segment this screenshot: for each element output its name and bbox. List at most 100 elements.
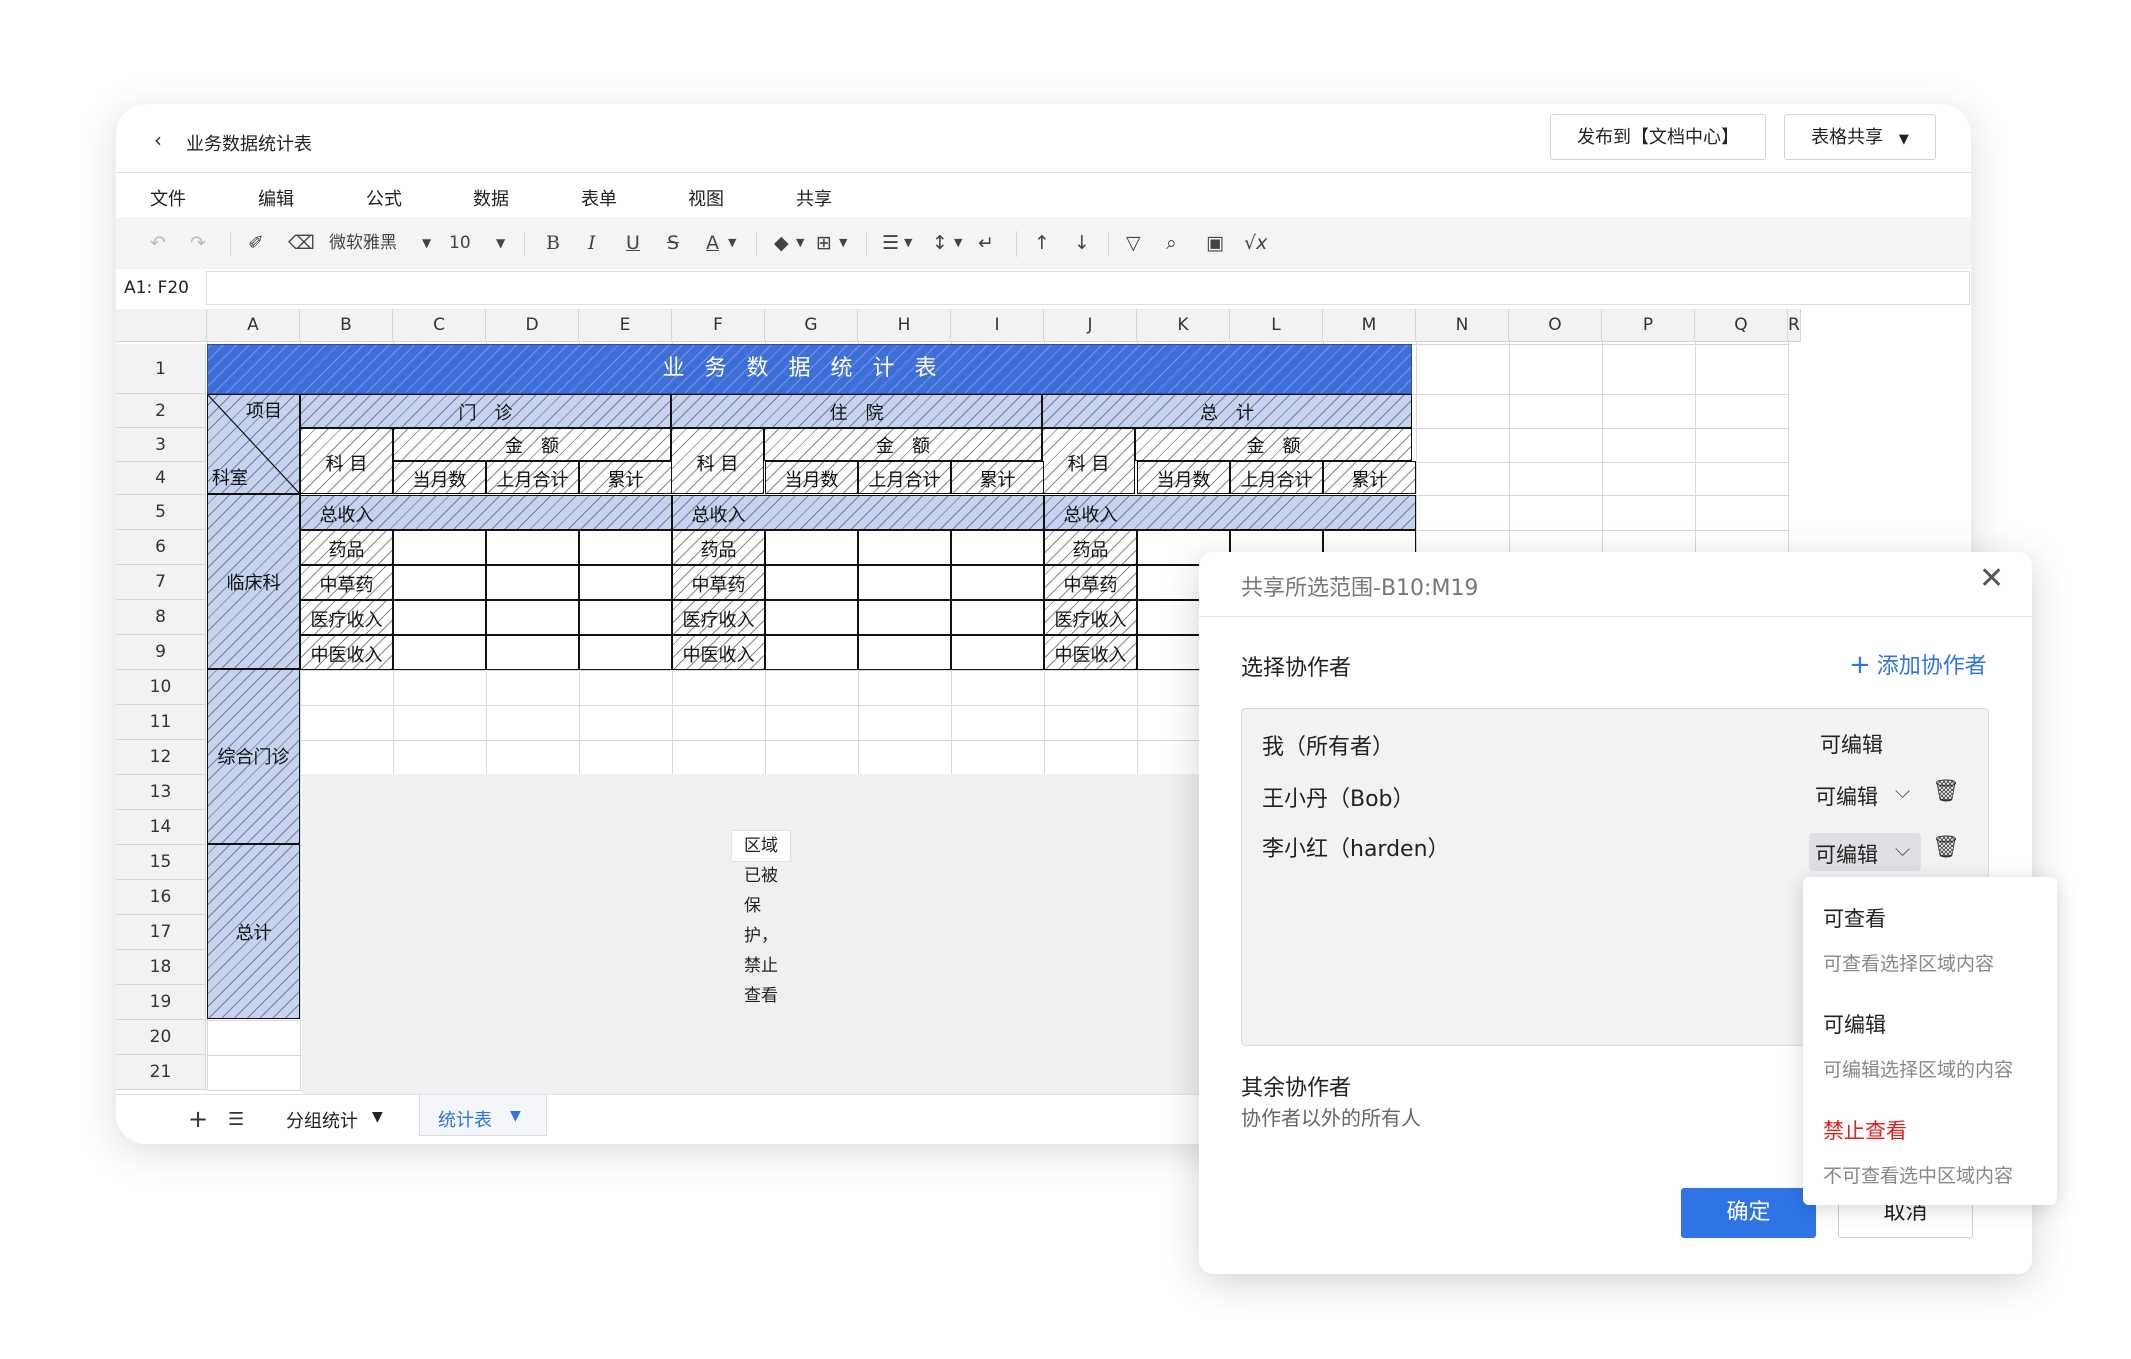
font-color-icon[interactable]: A [706,231,719,255]
data-cell[interactable] [951,635,1044,670]
back-arrow-icon[interactable]: ‹ [154,128,162,152]
save-icon[interactable]: ▣ [1206,231,1224,255]
data-cell[interactable] [393,600,486,635]
data-cell[interactable] [486,565,579,600]
sheet-tab-group-stats[interactable]: 分组统计 ▼ [276,1095,406,1139]
share-button[interactable]: 表格共享 ▼ [1784,114,1936,160]
column-header-i[interactable]: I [951,309,1044,342]
row-header-9[interactable]: 9 [116,635,206,670]
data-cell[interactable] [393,530,486,565]
menu-file[interactable]: 文件 [150,185,186,211]
column-header-b[interactable]: B [300,309,393,342]
permission-select-open[interactable]: 可编辑 ⌵ [1809,833,1921,871]
wrap-text-icon[interactable]: ↵ [978,231,994,255]
menu-data[interactable]: 数据 [473,185,509,211]
row-header-18[interactable]: 18 [116,950,206,985]
data-cell[interactable] [486,600,579,635]
align-caret-icon[interactable]: ▼ [904,231,912,255]
column-header-d[interactable]: D [486,309,579,342]
row-header-20[interactable]: 20 [116,1020,206,1055]
data-cell[interactable] [579,530,672,565]
font-size-caret-icon[interactable]: ▼ [496,231,505,255]
column-header-g[interactable]: G [765,309,858,342]
sheet-tab-stats-active[interactable]: 统计表 ▼ [419,1095,547,1136]
menu-view[interactable]: 视图 [688,185,724,211]
cell-reference[interactable]: A1: F20 [124,278,189,298]
redo-icon[interactable]: ↷ [190,231,206,255]
data-cell[interactable] [858,635,951,670]
permission-select[interactable]: 可编辑 ⌵ [1809,775,1921,813]
font-color-caret-icon[interactable]: ▼ [728,231,736,255]
sort-ascending-icon[interactable]: ↑ [1034,231,1050,255]
data-cell[interactable] [765,635,858,670]
column-header-k[interactable]: K [1137,309,1230,342]
italic-icon[interactable]: I [588,231,596,255]
row-header-4[interactable]: 4 [116,462,206,495]
data-cell[interactable] [765,530,858,565]
data-cell[interactable] [858,530,951,565]
undo-icon[interactable]: ↶ [150,231,166,255]
vertical-align-icon[interactable]: ↕ [932,231,948,255]
menu-formula[interactable]: 公式 [366,185,402,211]
data-cell[interactable] [951,530,1044,565]
column-header-l[interactable]: L [1230,309,1323,342]
borders-caret-icon[interactable]: ▼ [839,231,847,255]
column-header-f[interactable]: F [672,309,765,342]
close-icon[interactable]: ✕ [1979,564,2004,594]
sheet-list-icon[interactable]: ☰ [228,1109,244,1130]
font-family-caret-icon[interactable]: ▼ [422,231,431,255]
underline-icon[interactable]: U [626,231,640,255]
column-header-n[interactable]: N [1416,309,1509,342]
vertical-align-caret-icon[interactable]: ▼ [954,231,962,255]
confirm-button[interactable]: 确定 [1681,1188,1816,1238]
strikethrough-icon[interactable]: S [667,231,679,255]
data-cell[interactable] [579,565,672,600]
column-header-e[interactable]: E [579,309,672,342]
row-header-21[interactable]: 21 [116,1055,206,1090]
search-icon[interactable]: ⌕ [1166,231,1177,255]
fill-color-icon[interactable]: ◆ [774,231,789,255]
format-painter-icon[interactable]: ✐ [248,231,264,255]
row-header-2[interactable]: 2 [116,394,206,428]
data-cell[interactable] [951,565,1044,600]
data-cell[interactable] [951,600,1044,635]
row-header-1[interactable]: 1 [116,344,206,394]
font-family-select[interactable]: 微软雅黑 [329,231,397,255]
align-icon[interactable]: ☰ [882,231,899,255]
data-cell[interactable] [858,600,951,635]
row-header-10[interactable]: 10 [116,670,206,705]
row-header-7[interactable]: 7 [116,565,206,600]
row-header-13[interactable]: 13 [116,775,206,810]
publish-button[interactable]: 发布到【文档中心】 [1550,114,1766,160]
row-header-11[interactable]: 11 [116,705,206,740]
row-header-14[interactable]: 14 [116,810,206,845]
row-header-15[interactable]: 15 [116,845,206,880]
column-header-m[interactable]: M [1323,309,1416,342]
data-cell[interactable] [486,635,579,670]
bold-icon[interactable]: B [546,231,560,255]
data-cell[interactable] [393,635,486,670]
column-header-q[interactable]: Q [1695,309,1788,342]
eraser-icon[interactable]: ⌫ [288,231,315,255]
add-sheet-icon[interactable]: + [188,1105,208,1133]
data-cell[interactable] [393,565,486,600]
row-header-5[interactable]: 5 [116,495,206,530]
filter-icon[interactable]: ▽ [1126,231,1141,255]
menu-edit[interactable]: 编辑 [258,185,294,211]
data-cell[interactable] [579,635,672,670]
data-cell[interactable] [765,600,858,635]
sheet-title-banner[interactable]: 业务数据统计表 [207,344,1412,394]
row-header-17[interactable]: 17 [116,915,206,950]
function-icon[interactable]: √x [1244,231,1267,255]
menu-form[interactable]: 表单 [581,185,617,211]
fill-color-caret-icon[interactable]: ▼ [796,231,804,255]
menu-share[interactable]: 共享 [796,185,832,211]
add-collaborator-button[interactable]: + 添加协作者 [1849,648,1987,680]
borders-icon[interactable]: ⊞ [816,231,832,255]
data-cell[interactable] [765,565,858,600]
data-cell[interactable] [579,600,672,635]
formula-input[interactable] [206,271,1970,305]
column-header-h[interactable]: H [858,309,951,342]
select-all-corner[interactable] [116,309,207,342]
column-header-r[interactable]: R [1788,309,1801,342]
